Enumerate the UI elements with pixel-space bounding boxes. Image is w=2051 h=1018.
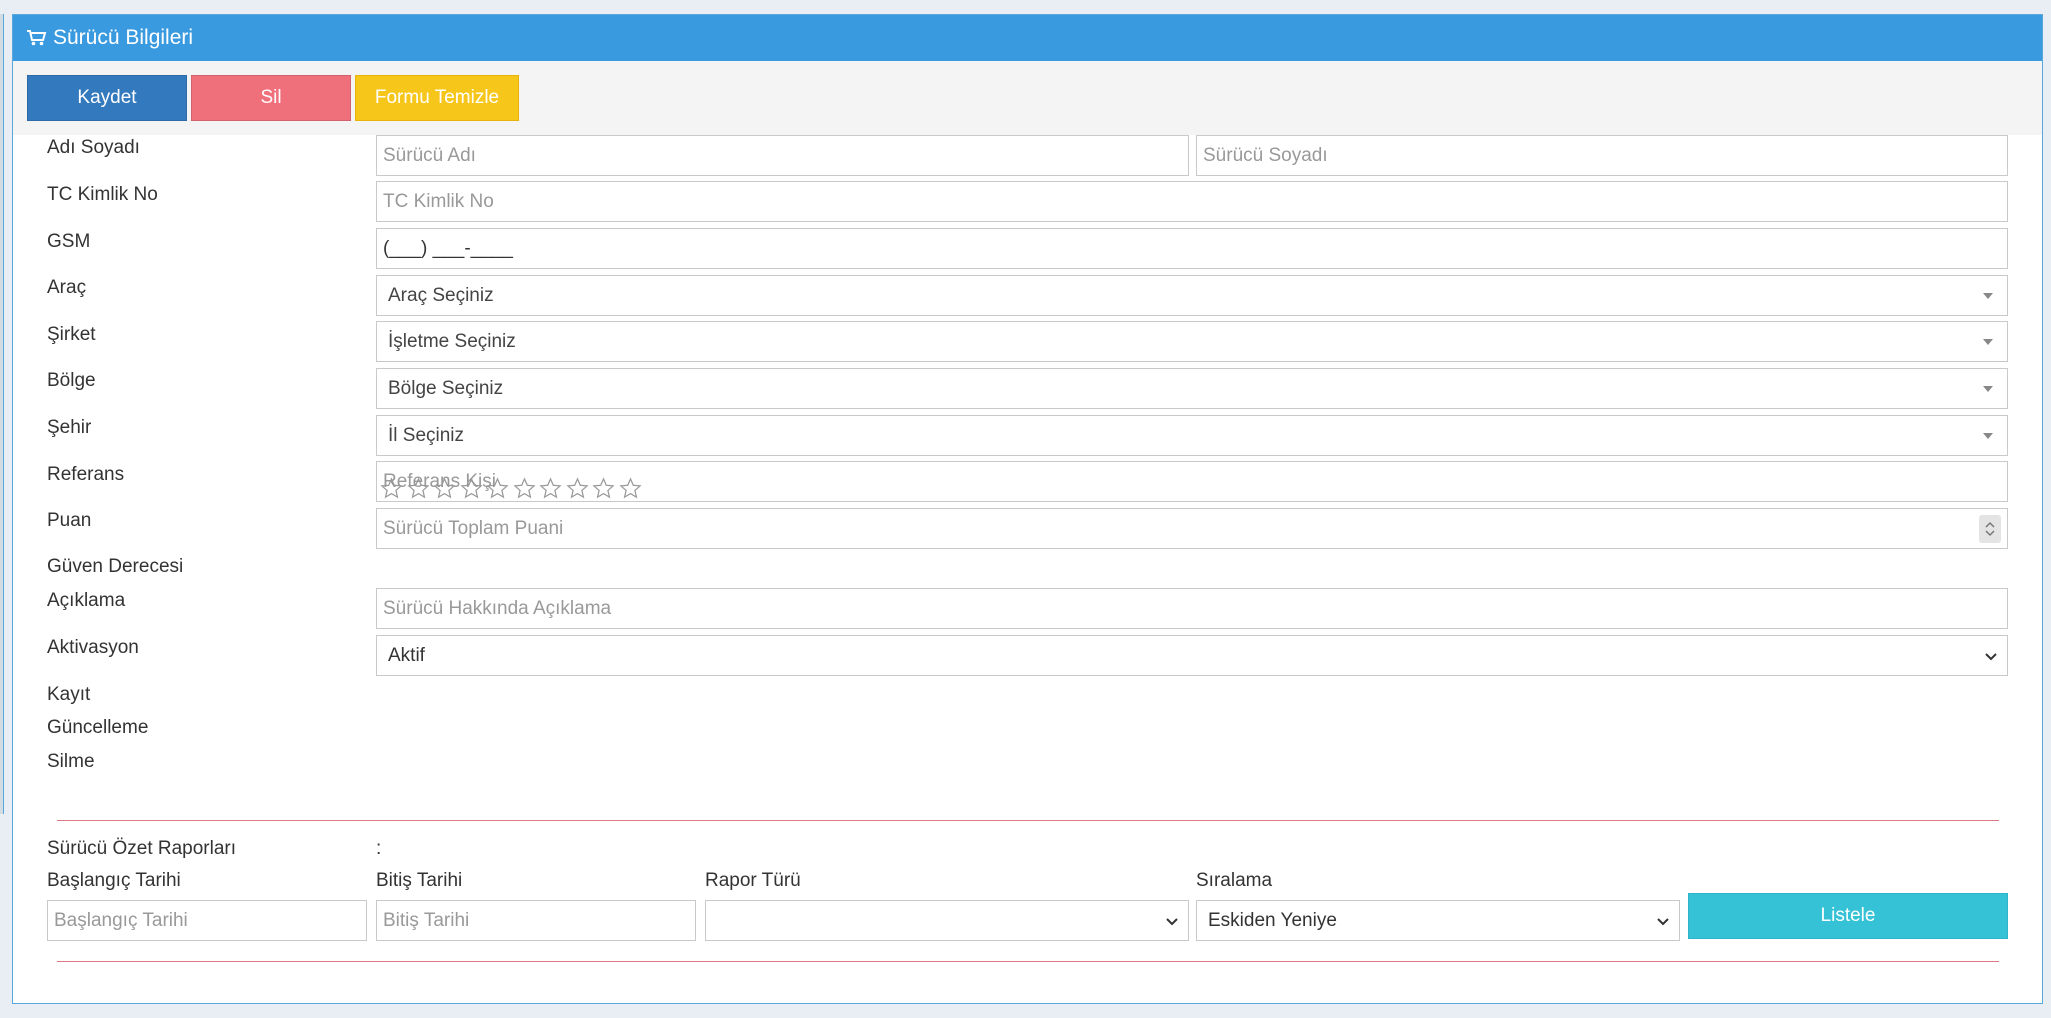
chevron-down-icon — [1166, 918, 1178, 926]
company-select-value: İşletme Seçiniz — [388, 330, 516, 352]
update-label: Güncelleme — [47, 717, 149, 738]
description-label: Açıklama — [47, 590, 126, 611]
tc-input[interactable]: TC Kimlik No — [376, 181, 2008, 222]
end-date-label: Bitiş Tarihi — [376, 870, 463, 891]
end-date-input[interactable]: Bitiş Tarihi — [376, 900, 696, 941]
company-label: Şirket — [47, 324, 96, 345]
tc-label: TC Kimlik No — [47, 184, 158, 205]
activation-select[interactable]: Aktif — [376, 635, 2008, 676]
record-label: Kayıt — [47, 684, 91, 705]
delete-button[interactable]: Sil — [191, 75, 351, 121]
gsm-label: GSM — [47, 231, 91, 252]
city-label: Şehir — [47, 417, 92, 438]
gsm-input[interactable]: (___) ___-____ — [376, 228, 2008, 269]
star-icon[interactable] — [380, 477, 403, 500]
last-name-input[interactable]: Sürücü Soyadı — [1196, 135, 2008, 176]
chevron-down-icon — [1657, 918, 1669, 926]
score-spinner[interactable] — [1979, 515, 2001, 543]
star-icon[interactable] — [592, 477, 615, 500]
score-label: Puan — [47, 510, 92, 531]
vehicle-select-value: Araç Seçiniz — [388, 284, 494, 306]
sort-select[interactable]: Eskiden Yeniye — [1196, 900, 1680, 941]
region-dropdown-arrow-icon — [1983, 386, 1993, 392]
star-icon[interactable] — [486, 477, 509, 500]
activation-select-value: Aktif — [388, 644, 425, 666]
score-input-placeholder: Sürücü Toplam Puani — [383, 517, 564, 539]
trust-label: Güven Derecesi — [47, 556, 184, 577]
chevron-down-icon — [1985, 653, 1997, 661]
star-icon[interactable] — [459, 477, 483, 500]
first-name-input[interactable]: Sürücü Adı — [376, 135, 1189, 176]
trust-rating-stars[interactable] — [380, 477, 642, 500]
company-dropdown-arrow-icon — [1983, 339, 1993, 345]
driver-info-panel: Sürücü Bilgileri Kaydet Sil Formu Temizl… — [12, 14, 2043, 1004]
city-select-value: İl Seçiniz — [388, 424, 465, 446]
spinner-arrows-icon — [1985, 521, 1995, 537]
activation-label: Aktivasyon — [47, 637, 139, 658]
city-select[interactable]: İl Seçiniz — [376, 415, 2008, 456]
star-icon[interactable] — [512, 477, 536, 500]
star-icon[interactable] — [565, 477, 589, 500]
region-select[interactable]: Bölge Seçiniz — [376, 368, 2008, 409]
sort-select-value: Eskiden Yeniye — [1208, 909, 1337, 931]
region-select-value: Bölge Seçiniz — [388, 377, 504, 399]
star-icon[interactable] — [406, 477, 430, 500]
vehicle-dropdown-arrow-icon — [1983, 293, 1993, 299]
city-dropdown-arrow-icon — [1983, 433, 1993, 439]
company-select[interactable]: İşletme Seçiniz — [376, 321, 2008, 362]
report-type-label: Rapor Türü — [705, 870, 801, 891]
star-icon[interactable] — [433, 477, 456, 500]
start-date-label: Başlangıç Tarihi — [47, 870, 181, 891]
save-button[interactable]: Kaydet — [27, 75, 187, 121]
toolbar: Kaydet Sil Formu Temizle — [13, 61, 2042, 135]
sort-label: Sıralama — [1196, 870, 1273, 891]
delete-info-label: Silme — [47, 751, 95, 772]
region-label: Bölge — [47, 370, 96, 391]
start-date-input[interactable]: Başlangıç Tarihi — [47, 900, 367, 941]
divider-bottom — [57, 961, 1999, 962]
panel-title: Sürücü Bilgileri — [53, 26, 194, 49]
left-sidebar-edge — [0, 14, 4, 814]
divider-top — [57, 820, 1999, 821]
report-title-separator: : — [376, 838, 382, 859]
list-button[interactable]: Listele — [1688, 893, 2008, 939]
clear-form-button[interactable]: Formu Temizle — [355, 75, 519, 121]
vehicle-label: Araç — [47, 277, 87, 298]
score-input[interactable]: Sürücü Toplam Puani — [376, 508, 2008, 549]
cart-icon — [27, 30, 47, 46]
report-type-select[interactable] — [705, 900, 1189, 941]
name-label: Adı Soyadı — [47, 137, 140, 158]
panel-header: Sürücü Bilgileri — [13, 15, 2042, 61]
vehicle-select[interactable]: Araç Seçiniz — [376, 275, 2008, 316]
star-icon[interactable] — [539, 477, 562, 500]
report-title: Sürücü Özet Raporları — [47, 838, 237, 859]
reference-label: Referans — [47, 464, 125, 485]
description-input[interactable]: Sürücü Hakkında Açıklama — [376, 588, 2008, 629]
star-icon[interactable] — [618, 477, 642, 500]
